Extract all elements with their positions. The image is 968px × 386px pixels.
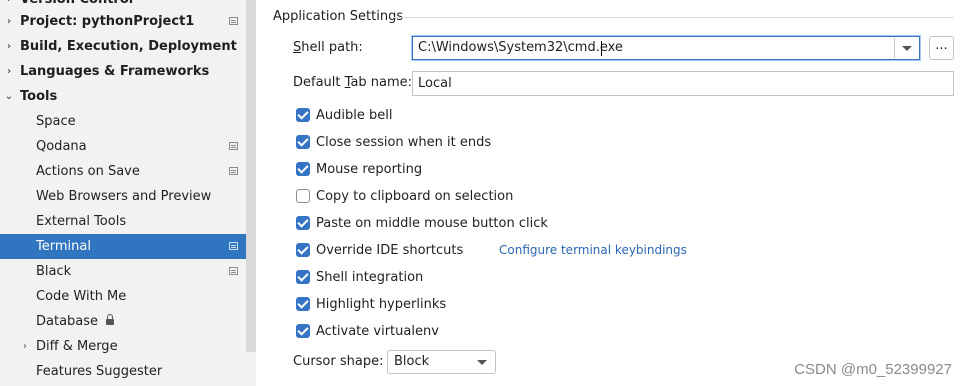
checkbox-label[interactable]: Highlight hyperlinks <box>316 296 446 313</box>
sidebar-item-label: Diff & Merge <box>36 339 118 354</box>
checkbox-label[interactable]: Paste on middle mouse button click <box>316 215 548 232</box>
sidebar-item-label: Languages & Frameworks <box>20 64 210 79</box>
lock-icon <box>106 314 115 325</box>
settings-sidebar: › Version Control › Project: pythonProje… <box>0 0 256 386</box>
audible-bell-checkbox[interactable] <box>296 108 310 122</box>
shell-path-combobox[interactable]: C:\Windows\System32\cmd.exe <box>412 36 920 60</box>
sidebar-item-label: Features Suggester <box>36 364 163 379</box>
sidebar-item-label: Web Browsers and Preview <box>36 189 212 204</box>
shell-integration-checkbox[interactable] <box>296 270 310 284</box>
highlight-hyperlinks-checkbox[interactable] <box>296 297 310 311</box>
override-shortcuts-checkbox[interactable] <box>296 243 310 257</box>
project-scope-icon <box>229 142 238 150</box>
sidebar-item-web-browsers[interactable]: Web Browsers and Preview <box>0 184 256 209</box>
watermark: CSDN @m0_52399927 <box>794 361 952 378</box>
activate-virtualenv-checkbox[interactable] <box>296 324 310 338</box>
sidebar-item-external-tools[interactable]: External Tools <box>0 209 256 234</box>
chevron-right-icon: › <box>6 41 12 52</box>
default-tab-name-label: Default Tab name: <box>293 75 413 90</box>
section-divider <box>393 17 954 18</box>
sidebar-item-build-execution-deployment[interactable]: › Build, Execution, Deployment <box>0 34 256 59</box>
sidebar-item-label: Qodana <box>36 139 87 154</box>
configure-keybindings-link[interactable]: Configure terminal keybindings <box>499 242 687 259</box>
sidebar-item-diff-merge[interactable]: › Diff & Merge <box>0 334 256 359</box>
close-session-checkbox[interactable] <box>296 135 310 149</box>
sidebar-item-space[interactable]: Space <box>0 109 256 134</box>
sidebar-item-tools[interactable]: ⌄ Tools <box>0 84 256 109</box>
shell-path-label: Shell path: <box>293 40 363 55</box>
terminal-settings-panel: Application Settings Shell path: C:\Wind… <box>256 0 968 386</box>
shell-path-input[interactable]: C:\Windows\System32\cmd.exe <box>418 37 623 59</box>
chevron-down-icon[interactable] <box>902 46 912 51</box>
project-scope-icon <box>229 267 238 275</box>
copy-to-clipboard-checkbox[interactable] <box>296 189 310 203</box>
cursor-shape-label: Cursor shape: <box>293 354 384 369</box>
mouse-reporting-checkbox[interactable] <box>296 162 310 176</box>
sidebar-item-label: Space <box>36 114 76 129</box>
sidebar-item-label: Actions on Save <box>36 164 140 179</box>
sidebar-item-label: External Tools <box>36 214 127 229</box>
checkbox-label[interactable]: Copy to clipboard on selection <box>316 188 513 205</box>
text-caret <box>601 41 602 56</box>
browse-button[interactable]: ... <box>929 36 954 60</box>
chevron-right-icon: › <box>6 16 12 27</box>
default-tab-name-value: Local <box>418 76 452 91</box>
checkbox-label[interactable]: Override IDE shortcuts <box>316 242 463 259</box>
chevron-down-icon: ⌄ <box>4 91 14 102</box>
sidebar-item-label: Tools <box>20 89 58 104</box>
sidebar-item-black[interactable]: Black <box>0 259 256 284</box>
sidebar-item-terminal[interactable]: Terminal <box>0 234 256 259</box>
checkbox-label[interactable]: Activate virtualenv <box>316 323 439 340</box>
sidebar-item-languages-frameworks[interactable]: › Languages & Frameworks <box>0 59 256 84</box>
chevron-right-icon: › <box>23 341 27 352</box>
sidebar-item-project[interactable]: › Project: pythonProject1 <box>0 9 256 34</box>
checkbox-label[interactable]: Shell integration <box>316 269 423 286</box>
chevron-down-icon <box>477 360 487 365</box>
sidebar-item-actions-on-save[interactable]: Actions on Save <box>0 159 256 184</box>
project-scope-icon <box>229 167 238 175</box>
sidebar-item-database[interactable]: Database <box>0 309 256 334</box>
sidebar-item-label: Build, Execution, Deployment <box>20 39 237 54</box>
cursor-shape-select[interactable]: Block <box>387 350 496 374</box>
sidebar-item-label: Database <box>36 314 99 329</box>
checkbox-label[interactable]: Mouse reporting <box>316 161 422 178</box>
section-title: Application Settings <box>273 9 404 24</box>
cursor-shape-value: Block <box>394 354 430 369</box>
sidebar-item-label: Black <box>36 264 72 279</box>
sidebar-item-label: Project: pythonProject1 <box>20 14 195 29</box>
sidebar-item-qodana[interactable]: Qodana <box>0 134 256 159</box>
sidebar-item-features-suggester[interactable]: Features Suggester <box>0 359 256 384</box>
checkbox-label[interactable]: Close session when it ends <box>316 134 491 151</box>
sidebar-item-code-with-me[interactable]: Code With Me <box>0 284 256 309</box>
sidebar-item-label: Terminal <box>36 239 91 254</box>
project-scope-icon <box>229 17 238 25</box>
checkbox-label[interactable]: Audible bell <box>316 107 392 124</box>
project-scope-icon <box>229 242 238 250</box>
sidebar-item-label: Code With Me <box>36 289 127 304</box>
sidebar-scrollbar[interactable] <box>246 0 256 352</box>
chevron-right-icon: › <box>6 66 12 77</box>
paste-middle-click-checkbox[interactable] <box>296 216 310 230</box>
default-tab-name-field[interactable]: Local <box>412 71 954 96</box>
